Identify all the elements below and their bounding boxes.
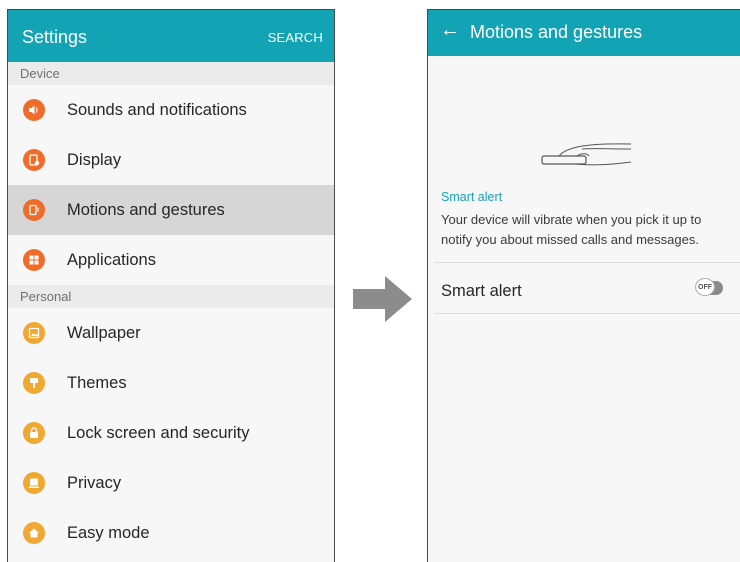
smart-alert-toggle[interactable]: OFF (695, 278, 723, 296)
wallpaper-icon (23, 322, 45, 344)
settings-item-easy-mode[interactable]: Easy mode (8, 508, 334, 558)
lock-icon (23, 422, 45, 444)
settings-item-label: Privacy (67, 473, 122, 492)
settings-item-themes[interactable]: Themes (8, 358, 334, 408)
settings-item-wallpaper[interactable]: Wallpaper (8, 308, 334, 358)
settings-item-label: Sounds and notifications (67, 100, 247, 119)
settings-item-sounds-and-notifications[interactable]: Sounds and notifications (8, 85, 334, 135)
settings-item-label: Display (67, 150, 122, 169)
display-icon (23, 149, 45, 171)
settings-item-label: Easy mode (67, 523, 150, 542)
divider (434, 262, 740, 263)
divider (434, 313, 740, 314)
settings-item-motions-and-gestures[interactable]: Motions and gestures (8, 185, 334, 235)
search-button[interactable]: SEARCH (268, 30, 323, 45)
section-header-personal: Personal (8, 285, 334, 308)
motion-icon (23, 199, 45, 221)
smart-alert-header: Smart alert (441, 190, 503, 204)
settings-item-display[interactable]: Display (8, 135, 334, 185)
phone-hand-icon (541, 143, 632, 166)
settings-item-privacy[interactable]: Privacy (8, 458, 334, 508)
brush-icon (23, 372, 45, 394)
settings-screen: Settings SEARCH Device Sounds and notifi… (7, 9, 335, 562)
settings-item-label: Wallpaper (67, 323, 141, 342)
home-icon (23, 522, 45, 544)
settings-item-lock-screen-and-security[interactable]: Lock screen and security (8, 408, 334, 458)
privacy-icon (23, 472, 45, 494)
settings-item-applications[interactable]: Applications (8, 235, 334, 285)
speaker-icon (23, 99, 45, 121)
apps-grid-icon (23, 249, 45, 271)
toggle-knob: OFF (695, 278, 715, 296)
settings-item-label: Applications (67, 250, 156, 269)
smart-alert-description: Your device will vibrate when you pick i… (441, 212, 702, 247)
transition-arrow-icon (353, 276, 412, 322)
settings-app-bar: Settings SEARCH (8, 10, 334, 62)
settings-item-label: Themes (67, 373, 127, 392)
settings-item-label: Motions and gestures (67, 200, 225, 219)
settings-item-label: Lock screen and security (67, 423, 250, 442)
motions-title: Motions and gestures (470, 22, 643, 42)
section-header-device: Device (8, 62, 334, 85)
back-arrow-icon[interactable]: ← (440, 19, 460, 42)
motions-and-gestures-screen: ← Motions and gestures Smart alert Your … (427, 9, 740, 562)
motions-app-bar: ← Motions and gestures (428, 10, 740, 56)
smart-alert-label: Smart alert (441, 282, 522, 300)
settings-title: Settings (22, 27, 88, 47)
